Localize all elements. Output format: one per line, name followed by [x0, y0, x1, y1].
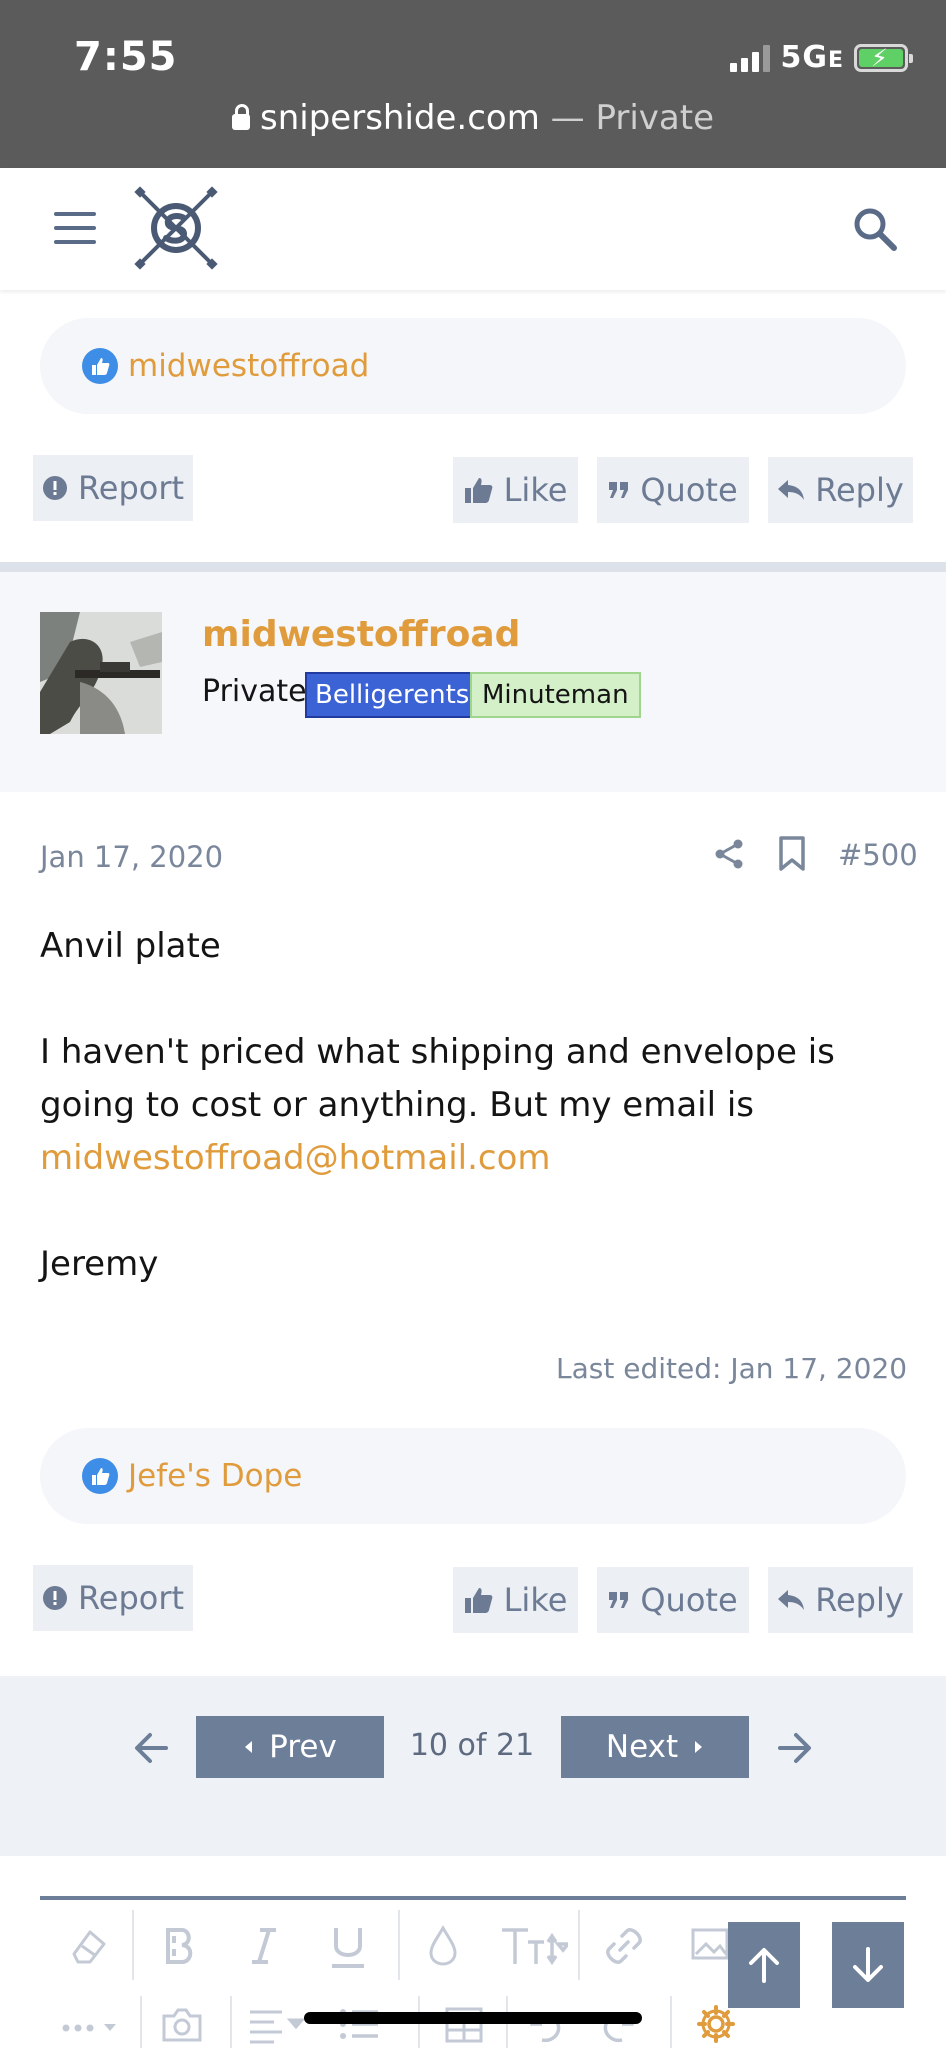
more-options-icon[interactable]: [60, 2018, 124, 2038]
underline-icon[interactable]: [328, 1924, 368, 1972]
last-edited: Last edited: Jan 17, 2020: [556, 1352, 908, 1385]
scroll-top-button[interactable]: [728, 1922, 800, 2008]
quote-label: Quote: [640, 471, 738, 509]
next-label: Next: [605, 1729, 679, 1765]
status-time: 7:55: [74, 34, 178, 80]
like-reaction-icon: [82, 1458, 118, 1494]
caret-right-icon: [695, 1741, 703, 1753]
badge-minuteman: Minuteman: [470, 672, 641, 718]
url-bar[interactable]: snipershide.com — Private: [0, 98, 946, 138]
url-domain: snipershide.com: [260, 98, 540, 138]
like-button[interactable]: Like: [453, 457, 578, 523]
arrow-right-icon[interactable]: [772, 1726, 816, 1770]
align-icon[interactable]: [246, 2004, 306, 2044]
page-indicator[interactable]: 10 of 21: [384, 1728, 560, 1763]
font-size-icon[interactable]: [498, 1924, 568, 1968]
report-button[interactable]: Report: [33, 1565, 193, 1631]
eraser-icon[interactable]: [66, 1924, 110, 1968]
quote-button[interactable]: Quote: [597, 457, 749, 523]
report-label: Report: [77, 1579, 185, 1617]
undo-icon[interactable]: [524, 2004, 564, 2044]
scroll-bottom-button[interactable]: [832, 1922, 904, 2008]
italic-icon[interactable]: [246, 1924, 282, 1968]
reaction-user[interactable]: Jefe's Dope: [128, 1458, 302, 1494]
reply-button[interactable]: Reply: [768, 457, 913, 523]
list-icon[interactable]: [338, 2004, 382, 2044]
reactions-bar[interactable]: midwestoffroad: [40, 318, 906, 414]
menu-icon[interactable]: [54, 212, 96, 244]
home-indicator[interactable]: [304, 2012, 642, 2024]
like-icon: [464, 478, 492, 503]
reply-button[interactable]: Reply: [768, 1567, 913, 1633]
reply-icon: [778, 1590, 805, 1610]
status-indicators: 5GE ⚡: [730, 40, 913, 75]
reply-icon: [778, 480, 805, 500]
table-icon[interactable]: [444, 2004, 484, 2044]
post-username[interactable]: midwestoffroad: [202, 614, 520, 655]
status-bar: 7:55 5GE ⚡ snipershide.com — Private: [0, 0, 946, 168]
post-date[interactable]: Jan 17, 2020: [40, 840, 223, 874]
reaction-user[interactable]: midwestoffroad: [128, 348, 369, 384]
quote-button[interactable]: Quote: [597, 1567, 749, 1633]
like-button[interactable]: Like: [453, 1567, 578, 1633]
gear-icon[interactable]: [696, 2004, 736, 2044]
prev-label: Prev: [269, 1729, 337, 1765]
post-actions: Report Like Quote Reply: [0, 454, 946, 524]
network-type: 5GE: [780, 40, 844, 75]
post-body-paragraph: I haven't priced what shipping and envel…: [40, 1032, 835, 1125]
email-link[interactable]: midwestoffroad@hotmail.com: [40, 1132, 910, 1185]
image-icon[interactable]: [690, 1924, 730, 1964]
like-icon: [464, 1588, 492, 1613]
url-private-label: — Private: [550, 98, 714, 138]
signal-icon: [730, 44, 771, 72]
quote-icon: [609, 482, 629, 498]
user-title: Private: [202, 674, 307, 709]
report-icon: [42, 476, 67, 500]
prev-page-button[interactable]: Prev: [196, 1716, 384, 1778]
like-label: Like: [503, 1581, 568, 1619]
post-body-line: Anvil plate: [40, 926, 221, 966]
arrow-left-icon[interactable]: [130, 1726, 174, 1770]
lock-icon: [232, 104, 250, 130]
reactions-bar[interactable]: Jefe's Dope: [40, 1428, 906, 1524]
arrow-down-icon: [853, 1947, 883, 1982]
arrow-up-icon: [749, 1948, 779, 1983]
like-label: Like: [503, 471, 568, 509]
post-signature: Jeremy: [40, 1244, 159, 1284]
post-number[interactable]: #500: [838, 838, 918, 872]
badge-belligerents: Belligerents: [305, 672, 480, 718]
report-button[interactable]: Report: [33, 455, 193, 521]
quote-icon: [609, 1592, 629, 1608]
next-page-button[interactable]: Next: [561, 1716, 749, 1778]
reply-label: Reply: [815, 471, 904, 509]
reply-label: Reply: [815, 1581, 904, 1619]
redo-icon[interactable]: [600, 2004, 640, 2044]
quote-label: Quote: [640, 1581, 738, 1619]
color-icon[interactable]: [426, 1924, 460, 1968]
site-logo[interactable]: [134, 186, 218, 270]
link-icon[interactable]: [602, 1924, 646, 1968]
post-actions: Report Like Quote Reply: [0, 1564, 946, 1634]
like-reaction-icon: [82, 348, 118, 384]
report-label: Report: [77, 469, 185, 507]
camera-icon[interactable]: [160, 2004, 204, 2044]
site-header: [0, 168, 946, 290]
bookmark-icon[interactable]: [778, 836, 806, 872]
avatar[interactable]: [40, 612, 162, 734]
report-icon: [42, 1586, 67, 1610]
share-icon[interactable]: [714, 838, 744, 870]
post-separator: [0, 562, 946, 572]
caret-left-icon: [245, 1741, 253, 1753]
battery-icon: ⚡: [854, 43, 913, 72]
bold-icon[interactable]: [160, 1924, 200, 1968]
post-user-block: midwestoffroad Private Belligerents Minu…: [0, 572, 946, 792]
search-icon[interactable]: [852, 206, 898, 252]
post-body: Anvil plate I haven't priced what shippi…: [40, 920, 910, 1291]
